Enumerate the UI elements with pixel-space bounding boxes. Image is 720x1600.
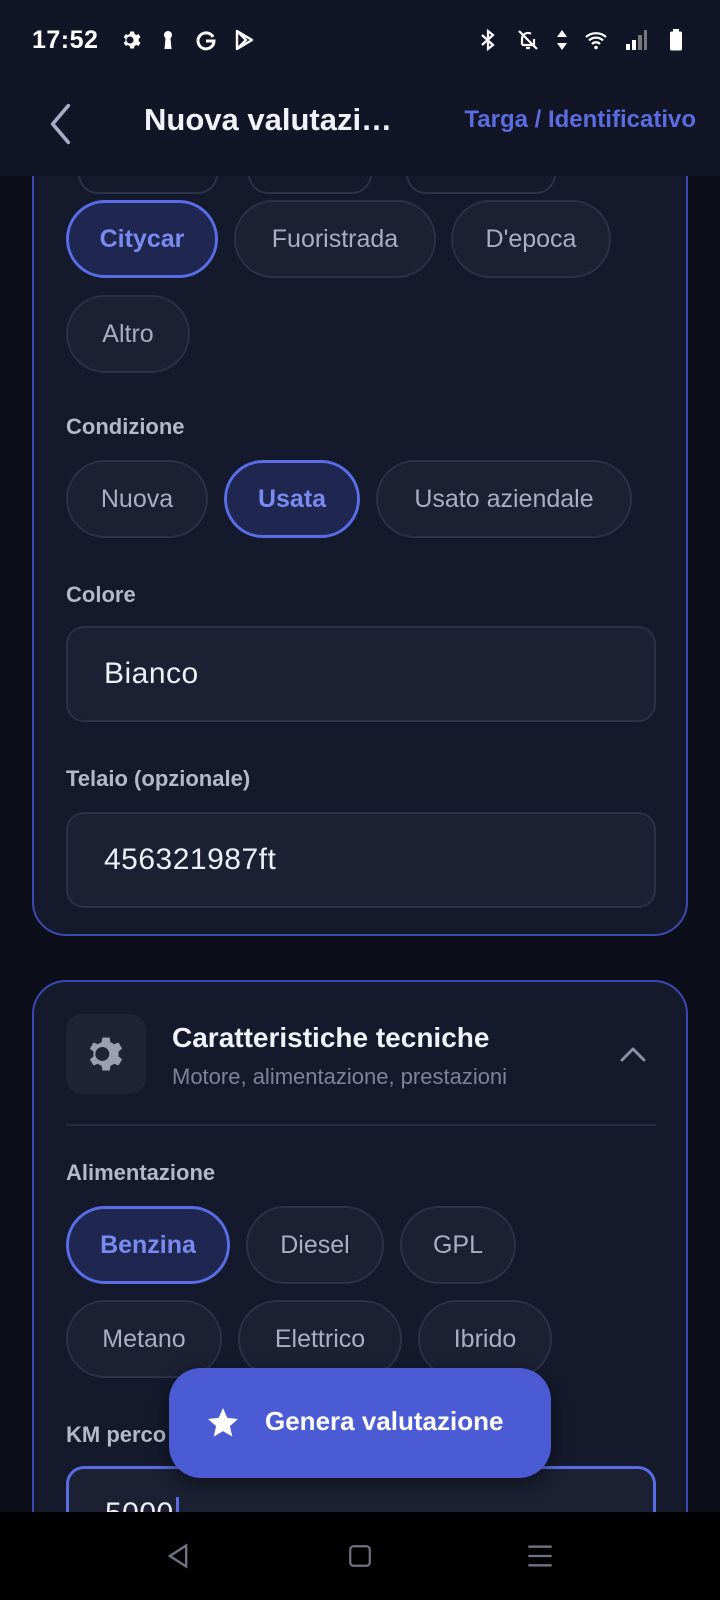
chassis-value: 456321987ft (104, 843, 277, 876)
status-right-icons (476, 28, 688, 52)
condition-chip-usato-aziendale[interactable]: Usato aziendale (376, 460, 632, 538)
nav-back-button[interactable] (160, 1538, 196, 1574)
plate-identifier-link[interactable]: Targa / Identificativo (464, 106, 696, 134)
hidden-type-chip[interactable] (78, 176, 218, 194)
gear-icon-tile (66, 1014, 146, 1094)
bell-off-icon (516, 28, 540, 52)
settings-icon (118, 28, 142, 52)
app-bar: Nuova valutazi… Targa / Identificativo (0, 80, 720, 176)
text-cursor (175, 1497, 179, 1512)
hidden-type-chip[interactable] (248, 176, 372, 194)
status-left-icons (118, 28, 256, 52)
google-icon (194, 28, 218, 52)
chip-label: Nuova (100, 484, 174, 513)
section-subtitle: Motore, alimentazione, prestazioni (172, 1064, 508, 1089)
hidden-type-chip[interactable] (406, 176, 556, 194)
fuel-chip-metano[interactable]: Metano (66, 1300, 222, 1378)
fuel-label: Alimentazione (66, 1160, 216, 1185)
bluetooth-icon (476, 28, 500, 52)
color-field[interactable]: Bianco (66, 626, 656, 722)
system-nav-bar (0, 1512, 720, 1600)
chassis-field[interactable]: 456321987ft (66, 812, 656, 908)
nav-home-icon (349, 1545, 371, 1567)
condition-label: Condizione (66, 414, 185, 439)
data-arrows-icon (556, 28, 568, 52)
fuel-chip-gpl[interactable]: GPL (400, 1206, 516, 1284)
page-title: Nuova valutazi… (144, 102, 393, 137)
vehicle-info-card: Citycar Fuoristrada D'epoca Altro Condiz… (32, 176, 688, 936)
keyhole-icon (156, 28, 180, 52)
nav-home-button[interactable] (342, 1538, 378, 1574)
chip-label: Usato aziendale (414, 484, 594, 513)
signal-icon (624, 28, 648, 52)
collapse-chevron-icon[interactable] (618, 1040, 648, 1070)
color-value: Bianco (104, 657, 199, 690)
chip-label: GPL (432, 1230, 484, 1259)
back-button[interactable] (36, 100, 84, 148)
fuel-chip-benzina[interactable]: Benzina (66, 1206, 230, 1284)
generate-valuation-button[interactable]: Genera valutazione (169, 1368, 551, 1478)
fuel-chip-ibrido[interactable]: Ibrido (418, 1300, 552, 1378)
fuel-chip-elettrico[interactable]: Elettrico (238, 1300, 402, 1378)
chassis-label: Telaio (opzionale) (66, 766, 251, 791)
nav-back-icon (167, 1543, 188, 1569)
km-label: KM perco (66, 1422, 167, 1447)
fab-label: Genera valutazione (265, 1406, 504, 1436)
back-arrow-icon (50, 103, 71, 145)
km-value: 5000 (105, 1497, 174, 1512)
type-chip-fuoristrada[interactable]: Fuoristrada (234, 200, 436, 278)
chip-label: Citycar (99, 224, 185, 253)
gear-icon (89, 1037, 123, 1071)
nav-menu-icon (528, 1545, 552, 1567)
battery-icon (664, 28, 688, 52)
type-chip-altro[interactable]: Altro (66, 295, 190, 373)
chip-label: Metano (102, 1324, 186, 1353)
section-divider (66, 1124, 656, 1126)
form-content[interactable]: Citycar Fuoristrada D'epoca Altro Condiz… (0, 176, 720, 1512)
play-store-icon (232, 28, 256, 52)
section-title: Caratteristiche tecniche (172, 1022, 490, 1053)
condition-chip-usata[interactable]: Usata (224, 460, 360, 538)
chip-label: Benzina (100, 1230, 196, 1259)
status-time: 17:52 (32, 25, 99, 54)
chip-label: Ibrido (453, 1324, 517, 1353)
fuel-chip-diesel[interactable]: Diesel (246, 1206, 384, 1284)
type-chip-citycar[interactable]: Citycar (66, 200, 218, 278)
nav-menu-button[interactable] (522, 1538, 558, 1574)
status-bar: 17:52 (0, 0, 720, 80)
chip-label: Fuoristrada (271, 224, 399, 253)
star-icon (208, 1408, 238, 1437)
chip-label: Diesel (280, 1230, 350, 1259)
chip-label: Altro (102, 319, 154, 348)
color-label: Colore (66, 582, 136, 607)
type-chip-depoca[interactable]: D'epoca (451, 200, 611, 278)
condition-chip-nuova[interactable]: Nuova (66, 460, 208, 538)
chip-label: Usata (257, 484, 327, 513)
wifi-icon (584, 28, 608, 52)
chip-label: Elettrico (274, 1324, 366, 1353)
chip-label: D'epoca (485, 224, 577, 253)
